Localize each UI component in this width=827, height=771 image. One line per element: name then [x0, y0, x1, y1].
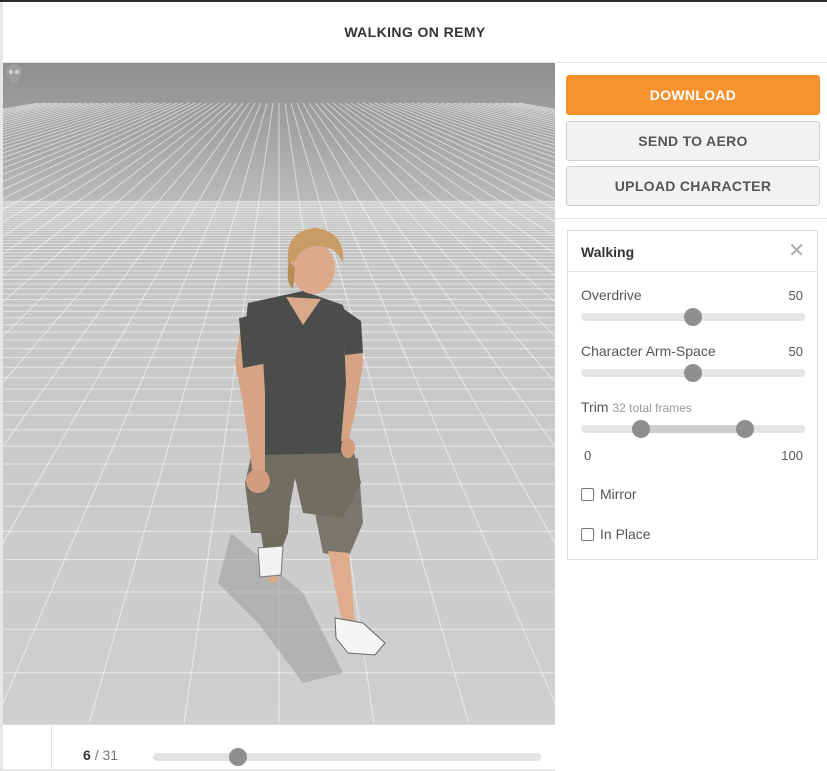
trim-range-slider[interactable]: [581, 420, 805, 438]
mirror-option[interactable]: Mirror: [581, 486, 637, 502]
in-place-option[interactable]: In Place: [581, 526, 651, 542]
timeline-bar: 6 / 31: [3, 724, 555, 770]
timeline-divider: [51, 725, 52, 770]
current-frame: 6: [83, 747, 91, 763]
trim-range-fill: [641, 425, 745, 433]
card-header: Walking ✕: [568, 231, 817, 272]
side-panel: DOWNLOAD SEND TO AERO UPLOAD CHARACTER W…: [555, 63, 827, 771]
trim-total-frames: 32 total frames: [612, 401, 692, 415]
header-bar: WALKING ON REMY: [3, 2, 827, 63]
animation-title: Walking: [581, 244, 635, 260]
total-frames: 31: [102, 747, 119, 763]
arm-space-slider[interactable]: [581, 364, 805, 382]
timeline-scrubber[interactable]: [153, 748, 541, 766]
trim-max-label: 100: [781, 448, 803, 463]
trim-min-label: 0: [584, 448, 592, 463]
side-divider: [555, 218, 827, 219]
send-to-aero-button[interactable]: SEND TO AERO: [566, 121, 820, 161]
skull-icon[interactable]: [3, 63, 25, 85]
animation-settings-card: Walking ✕ Overdrive 50 Character Arm-Spa…: [567, 230, 818, 560]
frame-separator: /: [94, 747, 99, 763]
overdrive-label: Overdrive: [581, 287, 642, 303]
arm-space-slider-thumb[interactable]: [684, 364, 702, 382]
in-place-checkbox[interactable]: [581, 527, 594, 541]
overdrive-value: 50: [788, 288, 803, 303]
arm-space-label: Character Arm-Space: [581, 343, 716, 359]
download-button[interactable]: DOWNLOAD: [566, 75, 820, 115]
character-model: [218, 228, 386, 683]
trim-label-text: Trim: [581, 399, 609, 415]
in-place-label: In Place: [600, 526, 651, 542]
trim-start-thumb[interactable]: [632, 420, 651, 438]
trim-label: Trim 32 total frames: [581, 399, 692, 415]
overdrive-slider[interactable]: [581, 308, 805, 326]
arm-space-value: 50: [788, 344, 803, 359]
timeline-scrubber-thumb[interactable]: [229, 748, 248, 766]
overdrive-slider-thumb[interactable]: [684, 308, 702, 326]
trim-end-thumb[interactable]: [735, 420, 754, 438]
frame-counter: 6 / 31: [83, 747, 118, 763]
upload-character-button[interactable]: UPLOAD CHARACTER: [566, 166, 820, 206]
mirror-checkbox[interactable]: [581, 487, 594, 501]
close-icon[interactable]: ✕: [788, 241, 805, 261]
mirror-label: Mirror: [600, 486, 637, 502]
page-title: WALKING ON REMY: [344, 24, 486, 40]
3d-viewport[interactable]: [3, 63, 555, 724]
